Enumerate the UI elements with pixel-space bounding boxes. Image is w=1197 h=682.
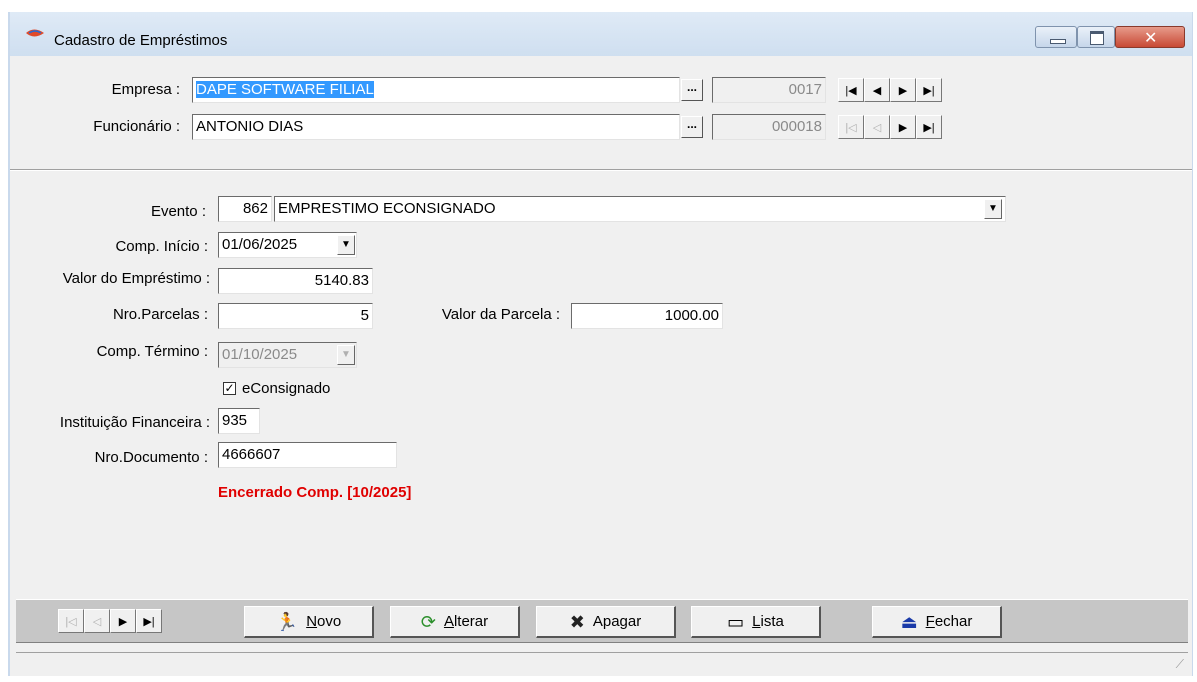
econsignado-checkbox[interactable]: ✓ [223, 382, 236, 395]
comp-inicio-label: Comp. Início : [115, 238, 208, 255]
list-frame-icon: ▭ [727, 611, 745, 632]
empresa-code-field: 0017 [712, 77, 826, 103]
funcionario-code-field: 000018 [712, 114, 826, 140]
novo-button[interactable]: 🏃 Novo [244, 606, 374, 638]
window-title: Cadastro de Empréstimos [54, 32, 228, 49]
last-record-icon[interactable]: ▶| [916, 115, 942, 139]
econsignado-label: eConsignado [242, 380, 331, 397]
evento-code-field[interactable]: 862 [218, 196, 272, 222]
comp-inicio-chevron-down-icon[interactable]: ▼ [337, 235, 355, 255]
evento-chevron-down-icon[interactable]: ▼ [984, 199, 1002, 219]
resize-grip-icon[interactable]: ⟋ [1176, 657, 1184, 672]
minimize-button[interactable] [1035, 26, 1077, 48]
title-bar[interactable]: Cadastro de Empréstimos ✕ [10, 12, 1192, 56]
bottom-toolbar: |◁ ◁ ▶ ▶| 🏃 Novo ⟳ Alterar ✖ Apagar ▭ Li… [16, 599, 1188, 643]
fechar-button[interactable]: ⏏ Fechar [872, 606, 1002, 638]
close-button[interactable]: ✕ [1115, 26, 1185, 48]
next-record-icon[interactable]: ▶ [110, 609, 136, 633]
refresh-icon: ⟳ [420, 611, 436, 632]
prev-record-icon[interactable]: ◁ [84, 609, 110, 633]
walking-man-icon: 🏃 [275, 611, 299, 632]
empresa-field[interactable]: DAPE SOFTWARE FILIAL [192, 77, 680, 103]
first-record-icon[interactable]: |◁ [838, 115, 864, 139]
record-nav: |◁ ◁ ▶ ▶| [58, 609, 162, 635]
app-icon [26, 29, 44, 37]
comp-termino-label: Comp. Término : [96, 343, 208, 360]
status-bar: ⟋ [16, 652, 1188, 674]
close-icon: ✕ [1144, 30, 1158, 47]
lista-button[interactable]: ▭ Lista [691, 606, 821, 638]
first-record-icon[interactable]: |◀ [838, 78, 864, 102]
funcionario-field[interactable]: ANTONIO DIAS [192, 114, 680, 140]
next-record-icon[interactable]: ▶ [890, 115, 916, 139]
funcionario-nav: |◁ ◁ ▶ ▶| [838, 115, 942, 141]
main-window: Cadastro de Empréstimos ✕ Empresa : DAPE… [8, 12, 1193, 676]
maximize-icon [1090, 31, 1104, 45]
valor-emprestimo-label: Valor do Empréstimo : [62, 270, 210, 287]
valor-emprestimo-field[interactable]: 5140.83 [218, 268, 373, 294]
apagar-button[interactable]: ✖ Apagar [536, 606, 676, 638]
header-divider [10, 169, 1192, 171]
empresa-lookup-button[interactable]: ... [681, 79, 703, 101]
alterar-button[interactable]: ⟳ Alterar [390, 606, 520, 638]
evento-select[interactable]: EMPRESTIMO ECONSIGNADO [274, 196, 1006, 222]
instituicao-label: Instituição Financeira : [59, 414, 210, 431]
status-message: Encerrado Comp. [10/2025] [218, 484, 412, 501]
instituicao-field[interactable]: 935 [218, 408, 260, 434]
first-record-icon[interactable]: |◁ [58, 609, 84, 633]
evento-label: Evento : [150, 203, 206, 220]
nro-documento-field[interactable]: 4666607 [218, 442, 397, 468]
last-record-icon[interactable]: ▶| [916, 78, 942, 102]
comp-termino-chevron-down-icon: ▼ [337, 345, 355, 365]
exit-door-icon: ⏏ [900, 611, 918, 632]
nro-documento-label: Nro.Documento : [94, 449, 208, 466]
valor-parcela-field[interactable]: 1000.00 [571, 303, 723, 329]
maximize-button[interactable] [1077, 26, 1115, 48]
x-delete-icon: ✖ [569, 611, 585, 632]
nro-parcelas-label: Nro.Parcelas : [112, 306, 208, 323]
empresa-nav: |◀ ◀ ▶ ▶| [838, 78, 942, 104]
funcionario-lookup-button[interactable]: ... [681, 116, 703, 138]
prev-record-icon[interactable]: ◀ [864, 78, 890, 102]
next-record-icon[interactable]: ▶ [890, 78, 916, 102]
last-record-icon[interactable]: ▶| [136, 609, 162, 633]
prev-record-icon[interactable]: ◁ [864, 115, 890, 139]
funcionario-label: Funcionário : [93, 118, 180, 135]
minimize-icon [1050, 39, 1066, 44]
empresa-label: Empresa : [111, 81, 180, 98]
valor-parcela-label: Valor da Parcela : [441, 306, 560, 323]
nro-parcelas-field[interactable]: 5 [218, 303, 373, 329]
